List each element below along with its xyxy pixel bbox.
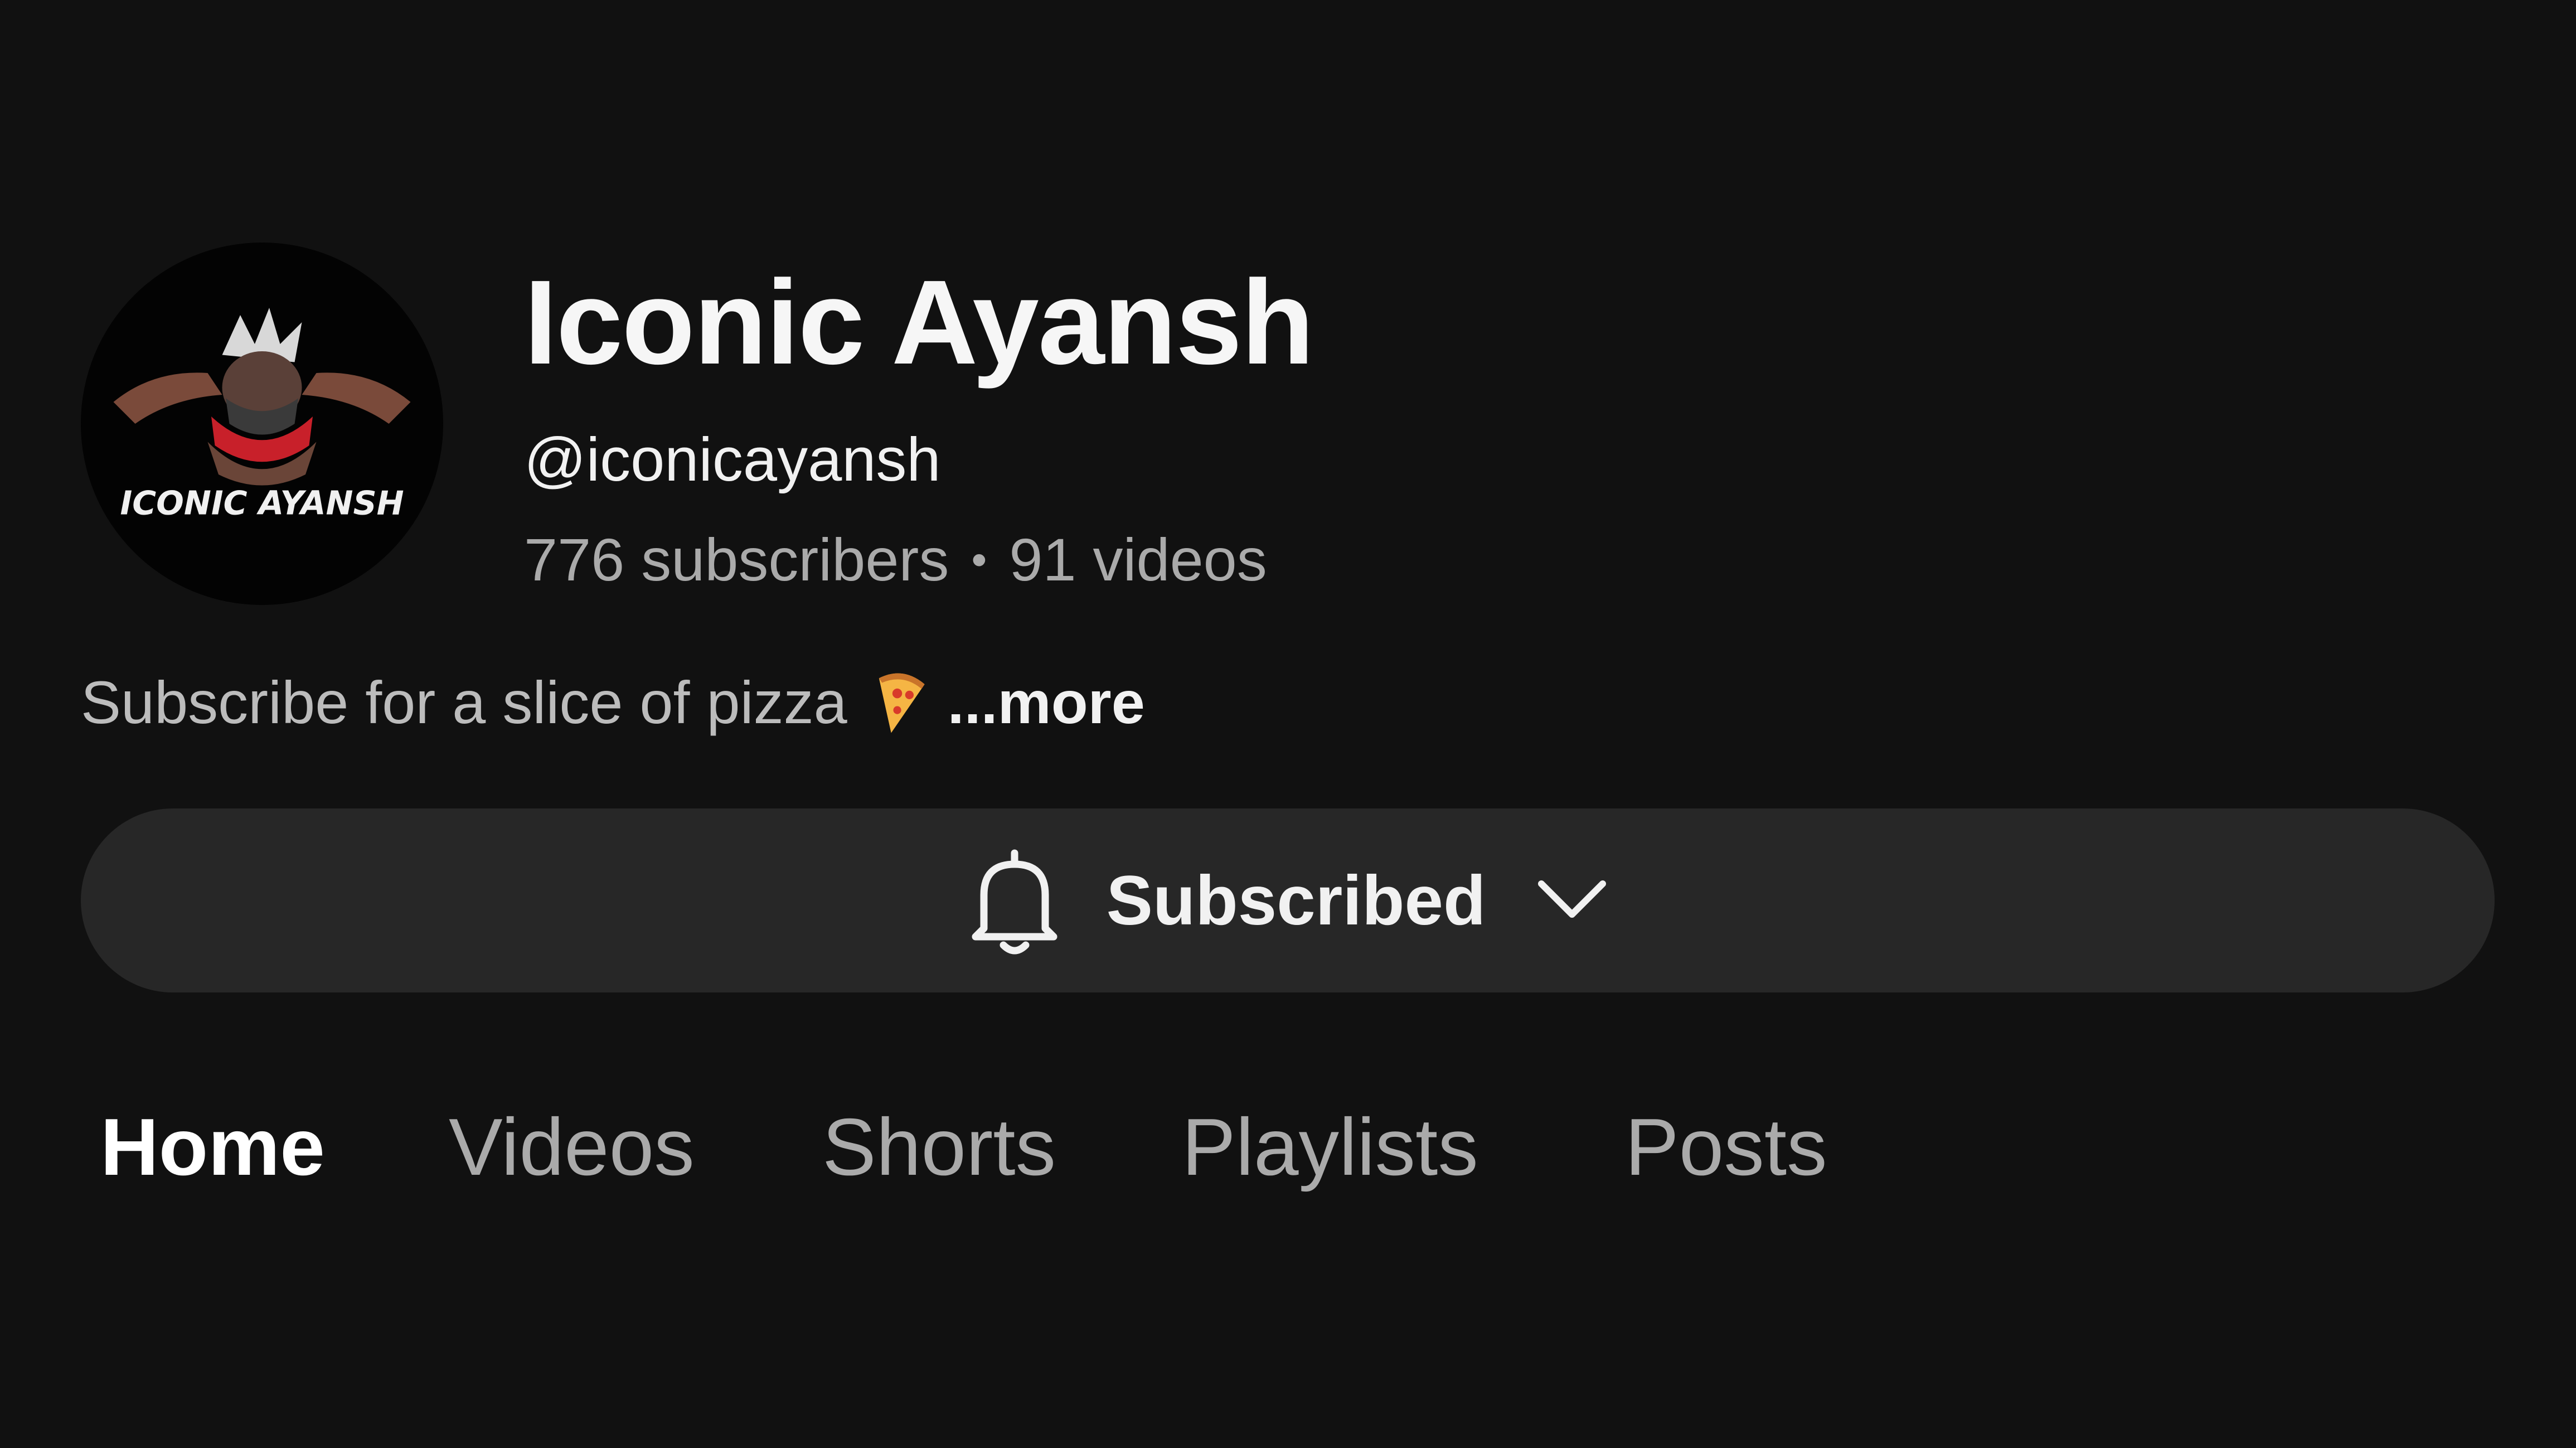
subscribed-button[interactable]: Subscribed: [81, 808, 2495, 992]
channel-stats: 776 subscribers • 91 videos: [524, 530, 1267, 590]
more-link[interactable]: ...more: [948, 672, 1145, 733]
subscriber-count: 776 subscribers: [524, 526, 949, 593]
avatar-logo-text: ICONIC AYANSH: [120, 485, 404, 522]
channel-tabs: Home Videos Shorts Playlists Posts: [0, 1107, 2576, 1202]
channel-avatar[interactable]: ICONIC AYANSH: [81, 243, 443, 605]
tab-shorts[interactable]: Shorts: [822, 1107, 1056, 1188]
stats-separator: •: [971, 535, 987, 584]
video-count: 91 videos: [1009, 526, 1267, 593]
tab-playlists[interactable]: Playlists: [1182, 1107, 1478, 1188]
description-text: Subscribe for a slice of pizza: [81, 669, 847, 736]
bell-icon: [972, 849, 1057, 955]
pizza-icon: [879, 673, 925, 733]
channel-handle: @iconicayansh: [524, 425, 941, 494]
tab-posts[interactable]: Posts: [1625, 1107, 1827, 1188]
subscribed-label: Subscribed: [1106, 861, 1486, 939]
channel-page: ICONIC AYANSH Iconic Ayansh @iconicayans…: [0, 0, 2576, 1448]
tab-home[interactable]: Home: [100, 1107, 325, 1188]
chevron-down-icon: [1538, 880, 1607, 918]
channel-name: Iconic Ayansh: [524, 255, 1314, 389]
avatar-logo-icon: ICONIC AYANSH: [81, 243, 443, 605]
channel-description[interactable]: Subscribe for a slice of pizza ...more: [81, 669, 1145, 736]
tab-videos[interactable]: Videos: [449, 1107, 695, 1188]
